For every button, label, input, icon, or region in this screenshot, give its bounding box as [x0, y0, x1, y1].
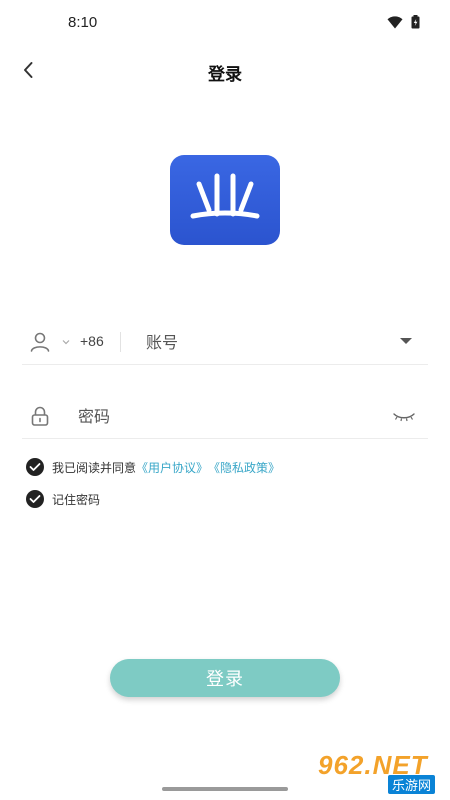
agreement-row: 我已阅读并同意 《用户协议》 《隐私政策》	[26, 458, 280, 476]
status-icons	[387, 15, 420, 29]
watermark: 962.NET 乐游网	[310, 748, 444, 794]
check-icon	[29, 463, 41, 471]
agreement-checkbox[interactable]	[26, 458, 44, 476]
lock-icon	[31, 406, 49, 426]
battery-icon	[411, 15, 420, 29]
eye-closed-icon[interactable]	[392, 406, 416, 426]
app-logo-glyph	[190, 173, 260, 219]
password-field-row	[22, 394, 428, 439]
account-field-row: +86	[22, 320, 428, 365]
remember-row: 记住密码	[26, 490, 100, 508]
remember-label: 记住密码	[52, 492, 101, 507]
user-agreement-link[interactable]: 《用户协议》	[136, 459, 208, 476]
country-code[interactable]: +86	[80, 333, 104, 349]
privacy-policy-link[interactable]: 《隐私政策》	[208, 459, 280, 476]
app-logo	[170, 155, 280, 245]
watermark-sub: 乐游网	[388, 775, 436, 794]
caret-down-icon[interactable]	[400, 338, 412, 344]
wifi-icon	[387, 15, 403, 28]
check-icon	[29, 495, 41, 503]
account-input[interactable]	[146, 327, 386, 357]
remember-checkbox[interactable]	[26, 490, 44, 508]
home-indicator	[162, 787, 288, 791]
user-icon	[30, 332, 50, 352]
agreement-text: 我已阅读并同意	[52, 460, 137, 475]
nav-bar: 登录	[0, 46, 450, 96]
status-time: 8:10	[68, 14, 98, 31]
login-button[interactable]: 登录	[110, 659, 340, 697]
password-input[interactable]	[78, 401, 378, 431]
status-bar: 8:10	[0, 0, 450, 46]
country-chevron-icon[interactable]	[62, 338, 70, 346]
field-divider	[120, 332, 121, 352]
page-title: 登录	[208, 65, 242, 85]
